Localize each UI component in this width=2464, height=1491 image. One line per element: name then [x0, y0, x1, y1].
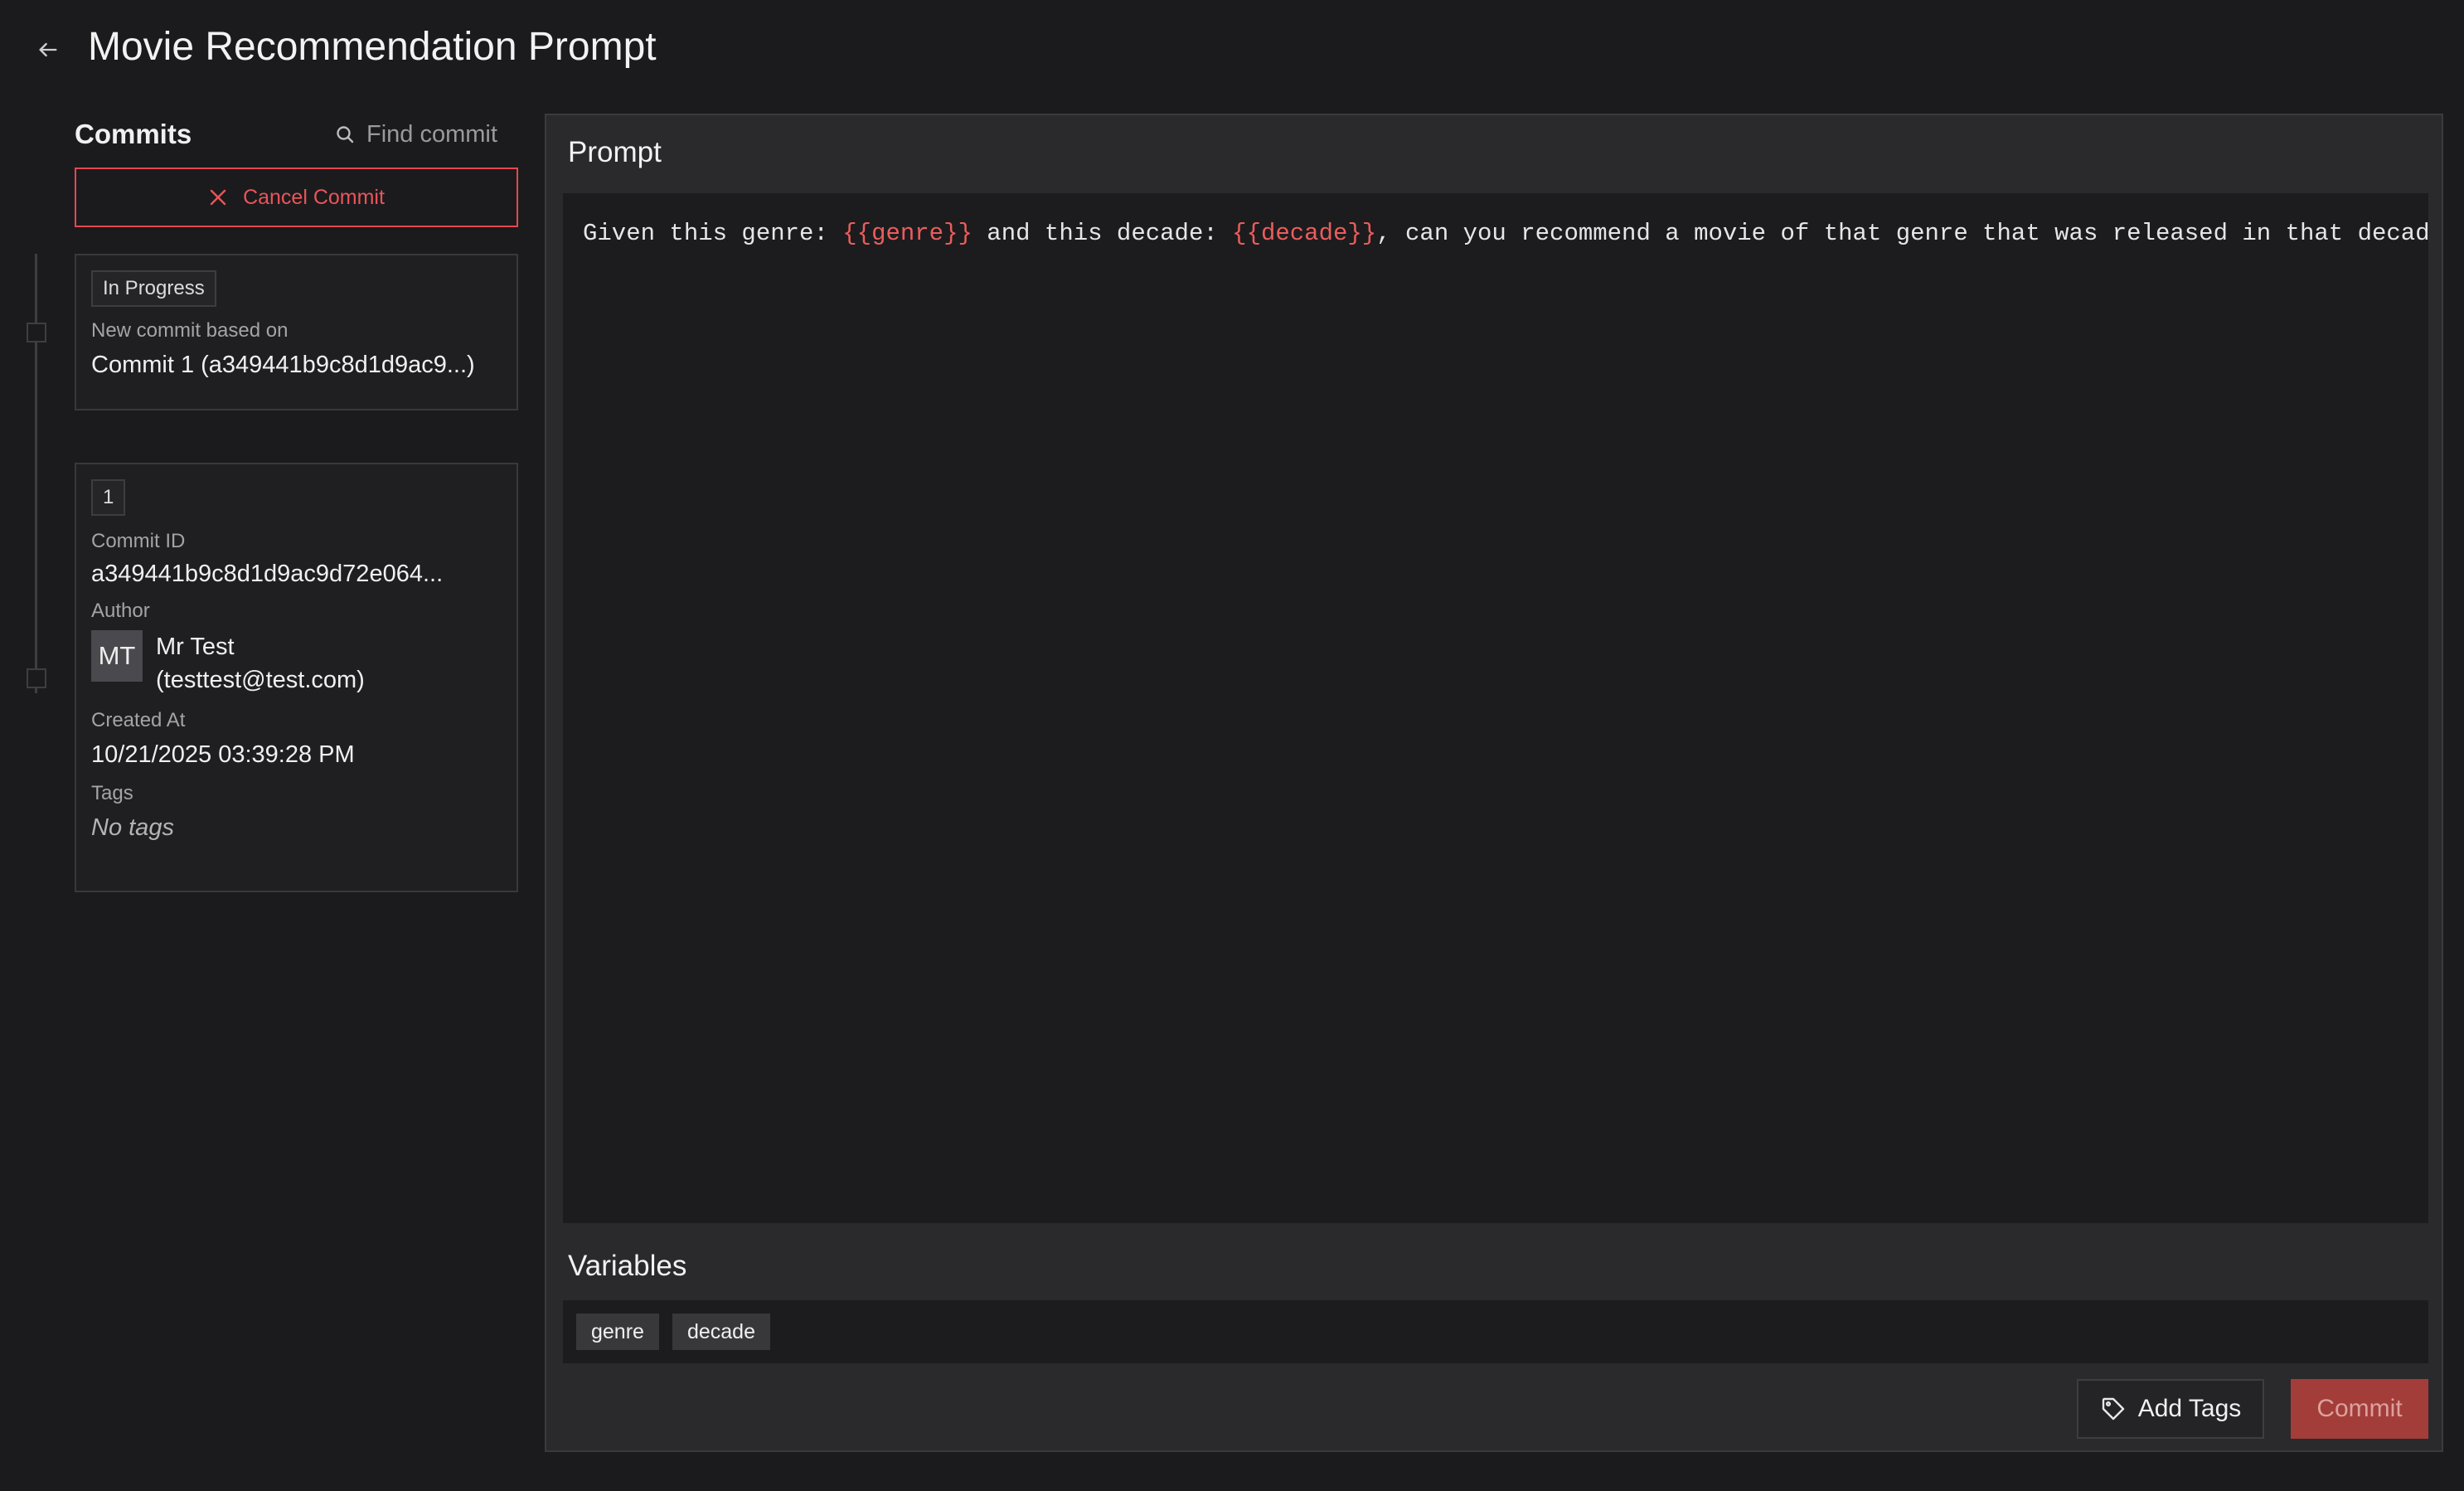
commit-number-badge: 1 [91, 479, 126, 516]
avatar: MT [91, 630, 143, 682]
prompt-panel: Prompt Given this genre: {{genre}} and t… [545, 114, 2443, 1452]
close-icon [210, 189, 226, 206]
find-commit-placeholder: Find commit [366, 120, 497, 148]
prompt-text-segment: and this decade: [972, 220, 1233, 247]
status-badge: In Progress [91, 270, 216, 307]
variable-chip-decade: decade [672, 1314, 770, 1350]
based-on-value: Commit 1 (a349441b9c8d1d9ac9...) [91, 352, 475, 378]
author-row: MT Mr Test (testtest@test.com) [91, 630, 502, 697]
based-on-label: New commit based on [91, 319, 289, 342]
commit-card[interactable]: 1 Commit ID a349441b9c8d1d9ac9d72e064...… [75, 463, 518, 892]
commit-id-label: Commit ID [91, 530, 186, 552]
author-info: Mr Test (testtest@test.com) [156, 630, 365, 697]
timeline-node-in-progress [27, 323, 46, 342]
timeline-node-commit-1 [27, 668, 46, 688]
variables-heading: Variables [568, 1250, 687, 1282]
variable-chip-genre: genre [576, 1314, 659, 1350]
arrow-left-icon [39, 42, 57, 57]
created-at-label: Created At [91, 709, 186, 731]
page-title: Movie Recommendation Prompt [88, 25, 657, 69]
tags-label: Tags [91, 782, 133, 804]
cancel-commit-label: Cancel Commit [243, 185, 385, 209]
commits-heading: Commits [75, 119, 192, 149]
find-commit-search[interactable]: Find commit [335, 116, 497, 153]
add-tags-button[interactable]: Add Tags [2077, 1379, 2264, 1439]
cancel-commit-button[interactable]: Cancel Commit [75, 168, 518, 227]
timeline-line [35, 254, 37, 693]
no-tags-text: No tags [91, 814, 174, 841]
prompt-editor[interactable]: Given this genre: {{genre}} and this dec… [563, 193, 2428, 1223]
commit-id-value: a349441b9c8d1d9ac9d72e064... [91, 561, 444, 587]
search-icon [337, 126, 354, 143]
author-label: Author [91, 600, 150, 622]
add-tags-label: Add Tags [2137, 1395, 2242, 1422]
commit-button[interactable]: Commit [2291, 1379, 2428, 1439]
variable-token-genre: {{genre}} [842, 220, 973, 247]
author-name: Mr Test [156, 634, 235, 660]
author-email: (testtest@test.com) [156, 667, 365, 693]
back-button[interactable] [30, 32, 66, 68]
prompt-text-segment: , can you recommend a movie of that genr… [1376, 220, 2428, 247]
variable-token-decade: {{decade}} [1232, 220, 1377, 247]
tag-icon [2102, 1397, 2124, 1421]
prompt-text-segment: Given this genre: [583, 220, 843, 247]
in-progress-commit-card[interactable]: In Progress New commit based on Commit 1… [75, 254, 518, 410]
prompt-heading: Prompt [568, 136, 662, 168]
created-at-value: 10/21/2025 03:39:28 PM [91, 741, 355, 768]
variables-list: genre decade [563, 1300, 2428, 1363]
